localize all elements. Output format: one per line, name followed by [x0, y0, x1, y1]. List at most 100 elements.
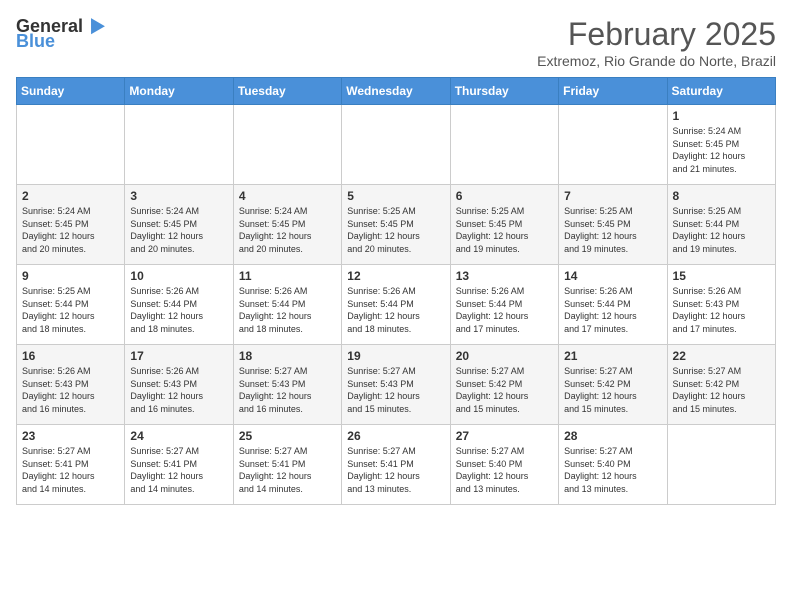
- calendar-cell: 13Sunrise: 5:26 AM Sunset: 5:44 PM Dayli…: [450, 265, 558, 345]
- day-info: Sunrise: 5:26 AM Sunset: 5:44 PM Dayligh…: [347, 285, 444, 335]
- day-info: Sunrise: 5:27 AM Sunset: 5:42 PM Dayligh…: [564, 365, 661, 415]
- day-number: 20: [456, 349, 553, 363]
- location-title: Extremoz, Rio Grande do Norte, Brazil: [537, 53, 776, 69]
- calendar-cell: 21 Sunrise: 5:27 AM Sunset: 5:42 PM Dayli…: [559, 345, 667, 425]
- day-info: Sunrise: 5:26 AM Sunset: 5:44 PM Dayligh…: [130, 285, 227, 335]
- day-number: 7: [564, 189, 661, 203]
- calendar-table: SundayMondayTuesdayWednesdayThursdayFrid…: [16, 77, 776, 505]
- day-info: Sunrise: 5:27 AM Sunset: 5:41 PM Dayligh…: [22, 445, 119, 495]
- page-header: General Blue February 2025 Extremoz, Rio…: [16, 16, 776, 69]
- day-info: Sunrise: 5:25 AM Sunset: 5:44 PM Dayligh…: [673, 205, 770, 255]
- day-number: 2: [22, 189, 119, 203]
- calendar-cell: 26 Sunrise: 5:27 AM Sunset: 5:41 PM Dayli…: [342, 425, 450, 505]
- calendar-week-row: 9 Sunrise: 5:25 AM Sunset: 5:44 PM Daylig…: [17, 265, 776, 345]
- day-info: Sunrise: 5:25 AM Sunset: 5:45 PM Dayligh…: [456, 205, 553, 255]
- calendar-cell: 20 Sunrise: 5:27 AM Sunset: 5:42 PM Dayli…: [450, 345, 558, 425]
- day-number: 4: [239, 189, 336, 203]
- day-info: Sunrise: 5:24 AM Sunset: 5:45 PM Dayligh…: [673, 125, 770, 175]
- weekday-header-monday: Monday: [125, 78, 233, 105]
- day-number: 14: [564, 269, 661, 283]
- calendar-cell: [125, 105, 233, 185]
- day-number: 24: [130, 429, 227, 443]
- calendar-cell: [233, 105, 341, 185]
- calendar-week-row: 23 Sunrise: 5:27 AM Sunset: 5:41 PM Dayli…: [17, 425, 776, 505]
- day-number: 18: [239, 349, 336, 363]
- day-number: 16: [22, 349, 119, 363]
- day-number: 3: [130, 189, 227, 203]
- calendar-cell: 14 Sunrise: 5:26 AM Sunset: 5:44 PM Dayli…: [559, 265, 667, 345]
- calendar-cell: 15Sunrise: 5:26 AM Sunset: 5:43 PM Dayli…: [667, 265, 775, 345]
- weekday-header-friday: Friday: [559, 78, 667, 105]
- day-info: Sunrise: 5:25 AM Sunset: 5:44 PM Dayligh…: [22, 285, 119, 335]
- day-info: Sunrise: 5:27 AM Sunset: 5:40 PM Dayligh…: [564, 445, 661, 495]
- day-number: 9: [22, 269, 119, 283]
- logo-icon: [85, 15, 105, 35]
- day-info: Sunrise: 5:26 AM Sunset: 5:43 PM Dayligh…: [22, 365, 119, 415]
- calendar-cell: [559, 105, 667, 185]
- day-number: 25: [239, 429, 336, 443]
- weekday-header-saturday: Saturday: [667, 78, 775, 105]
- calendar-week-row: 16 Sunrise: 5:26 AM Sunset: 5:43 PM Dayli…: [17, 345, 776, 425]
- day-info: Sunrise: 5:27 AM Sunset: 5:40 PM Dayligh…: [456, 445, 553, 495]
- day-number: 1: [673, 109, 770, 123]
- day-info: Sunrise: 5:25 AM Sunset: 5:45 PM Dayligh…: [564, 205, 661, 255]
- weekday-header-row: SundayMondayTuesdayWednesdayThursdayFrid…: [17, 78, 776, 105]
- weekday-header-tuesday: Tuesday: [233, 78, 341, 105]
- day-number: 15: [673, 269, 770, 283]
- day-info: Sunrise: 5:24 AM Sunset: 5:45 PM Dayligh…: [239, 205, 336, 255]
- calendar-cell: 16 Sunrise: 5:26 AM Sunset: 5:43 PM Dayli…: [17, 345, 125, 425]
- calendar-cell: 17 Sunrise: 5:26 AM Sunset: 5:43 PM Dayli…: [125, 345, 233, 425]
- day-number: 8: [673, 189, 770, 203]
- day-info: Sunrise: 5:26 AM Sunset: 5:44 PM Dayligh…: [456, 285, 553, 335]
- calendar-cell: [667, 425, 775, 505]
- calendar-cell: 19 Sunrise: 5:27 AM Sunset: 5:43 PM Dayli…: [342, 345, 450, 425]
- calendar-cell: 10 Sunrise: 5:26 AM Sunset: 5:44 PM Dayli…: [125, 265, 233, 345]
- day-info: Sunrise: 5:24 AM Sunset: 5:45 PM Dayligh…: [22, 205, 119, 255]
- calendar-cell: 9 Sunrise: 5:25 AM Sunset: 5:44 PM Daylig…: [17, 265, 125, 345]
- calendar-cell: 18 Sunrise: 5:27 AM Sunset: 5:43 PM Dayli…: [233, 345, 341, 425]
- day-number: 11: [239, 269, 336, 283]
- day-number: 21: [564, 349, 661, 363]
- calendar-cell: 1 Sunrise: 5:24 AM Sunset: 5:45 PM Daylig…: [667, 105, 775, 185]
- day-number: 17: [130, 349, 227, 363]
- calendar-cell: 12 Sunrise: 5:26 AM Sunset: 5:44 PM Dayli…: [342, 265, 450, 345]
- day-info: Sunrise: 5:27 AM Sunset: 5:42 PM Dayligh…: [673, 365, 770, 415]
- calendar-cell: 24 Sunrise: 5:27 AM Sunset: 5:41 PM Dayli…: [125, 425, 233, 505]
- calendar-cell: [17, 105, 125, 185]
- weekday-header-sunday: Sunday: [17, 78, 125, 105]
- weekday-header-thursday: Thursday: [450, 78, 558, 105]
- day-info: Sunrise: 5:27 AM Sunset: 5:42 PM Dayligh…: [456, 365, 553, 415]
- logo-blue: Blue: [16, 31, 55, 52]
- calendar-cell: 3 Sunrise: 5:24 AM Sunset: 5:45 PM Daylig…: [125, 185, 233, 265]
- calendar-cell: 5Sunrise: 5:25 AM Sunset: 5:45 PM Daylig…: [342, 185, 450, 265]
- calendar-cell: 28 Sunrise: 5:27 AM Sunset: 5:40 PM Dayli…: [559, 425, 667, 505]
- calendar-cell: 7 Sunrise: 5:25 AM Sunset: 5:45 PM Daylig…: [559, 185, 667, 265]
- day-number: 28: [564, 429, 661, 443]
- day-info: Sunrise: 5:27 AM Sunset: 5:41 PM Dayligh…: [347, 445, 444, 495]
- day-info: Sunrise: 5:26 AM Sunset: 5:44 PM Dayligh…: [564, 285, 661, 335]
- day-info: Sunrise: 5:27 AM Sunset: 5:41 PM Dayligh…: [130, 445, 227, 495]
- calendar-cell: 23 Sunrise: 5:27 AM Sunset: 5:41 PM Dayli…: [17, 425, 125, 505]
- calendar-cell: 25Sunrise: 5:27 AM Sunset: 5:41 PM Dayli…: [233, 425, 341, 505]
- day-info: Sunrise: 5:27 AM Sunset: 5:43 PM Dayligh…: [347, 365, 444, 415]
- calendar-cell: 11Sunrise: 5:26 AM Sunset: 5:44 PM Dayli…: [233, 265, 341, 345]
- calendar-cell: 4 Sunrise: 5:24 AM Sunset: 5:45 PM Daylig…: [233, 185, 341, 265]
- day-number: 22: [673, 349, 770, 363]
- day-number: 10: [130, 269, 227, 283]
- day-number: 6: [456, 189, 553, 203]
- day-number: 26: [347, 429, 444, 443]
- day-info: Sunrise: 5:26 AM Sunset: 5:43 PM Dayligh…: [130, 365, 227, 415]
- title-area: February 2025 Extremoz, Rio Grande do No…: [537, 16, 776, 69]
- day-info: Sunrise: 5:27 AM Sunset: 5:43 PM Dayligh…: [239, 365, 336, 415]
- day-number: 23: [22, 429, 119, 443]
- weekday-header-wednesday: Wednesday: [342, 78, 450, 105]
- calendar-cell: 6 Sunrise: 5:25 AM Sunset: 5:45 PM Daylig…: [450, 185, 558, 265]
- month-title: February 2025: [537, 16, 776, 53]
- day-info: Sunrise: 5:24 AM Sunset: 5:45 PM Dayligh…: [130, 205, 227, 255]
- calendar-week-row: 2 Sunrise: 5:24 AM Sunset: 5:45 PM Daylig…: [17, 185, 776, 265]
- calendar-week-row: 1 Sunrise: 5:24 AM Sunset: 5:45 PM Daylig…: [17, 105, 776, 185]
- day-number: 19: [347, 349, 444, 363]
- day-number: 5: [347, 189, 444, 203]
- day-number: 12: [347, 269, 444, 283]
- calendar-cell: 2 Sunrise: 5:24 AM Sunset: 5:45 PM Daylig…: [17, 185, 125, 265]
